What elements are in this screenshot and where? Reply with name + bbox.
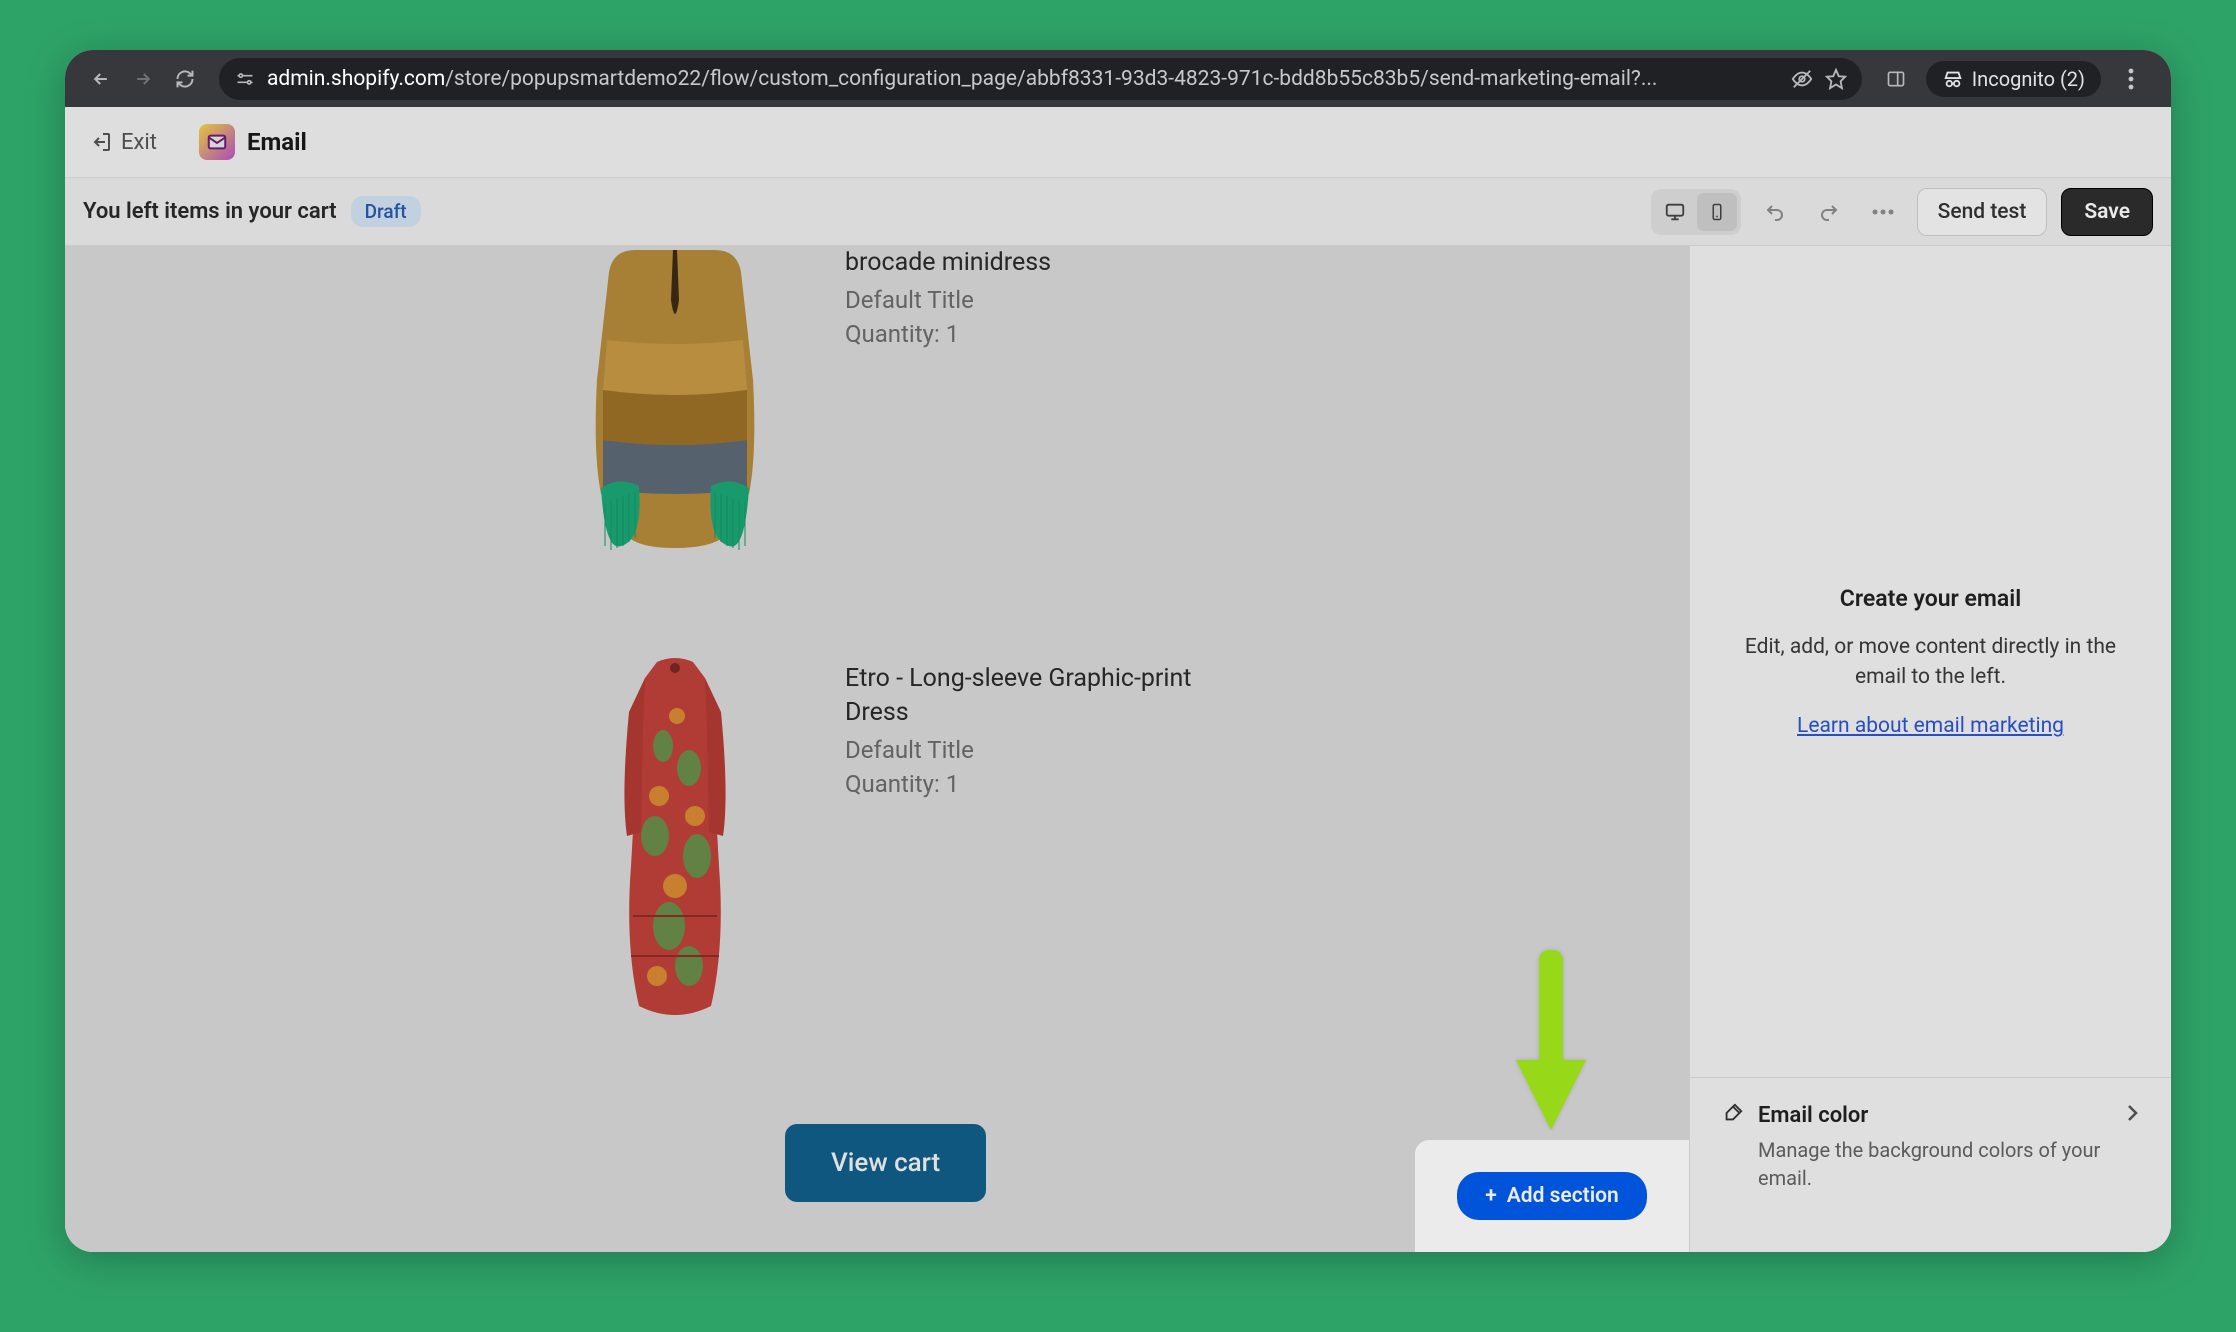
email-color-title: Email color xyxy=(1758,1103,1868,1128)
side-panel-icon[interactable] xyxy=(1878,61,1914,97)
product-name: Etro - Long-sleeve Graphic-print Dress xyxy=(845,662,1205,730)
product-name: brocade minidress xyxy=(845,246,1051,280)
browser-toolbar: admin.shopify.com/store/popupsmartdemo22… xyxy=(65,50,2171,107)
editor-toolbar: You left items in your cart Draft Send t… xyxy=(65,178,2171,246)
send-test-button[interactable]: Send test xyxy=(1917,188,2048,236)
editor-sidebar: Create your email Edit, add, or move con… xyxy=(1689,246,2171,1252)
product-image xyxy=(545,240,805,560)
email-subject: You left items in your cart xyxy=(83,199,337,224)
incognito-indicator[interactable]: Incognito (2) xyxy=(1926,61,2101,97)
exit-button[interactable]: Exit xyxy=(89,130,157,155)
product-image xyxy=(545,656,805,1026)
product-quantity: Quantity: 1 xyxy=(845,770,1205,798)
back-button[interactable] xyxy=(83,61,119,97)
incognito-count: Incognito (2) xyxy=(1972,67,2085,91)
site-info-icon[interactable] xyxy=(233,67,257,91)
visibility-off-icon[interactable] xyxy=(1790,67,1814,91)
status-badge: Draft xyxy=(351,196,421,227)
sidebar-description: Edit, add, or move content directly in t… xyxy=(1740,632,2121,693)
undo-button[interactable] xyxy=(1755,192,1795,232)
product-variant: Default Title xyxy=(845,736,1205,764)
save-button[interactable]: Save xyxy=(2061,188,2153,236)
product-row: brocade minidress Default Title Quantity… xyxy=(545,240,1051,560)
email-app-icon xyxy=(199,124,235,160)
more-actions-button[interactable] xyxy=(1863,192,1903,232)
view-cart-button[interactable]: View cart xyxy=(785,1124,986,1202)
redo-button[interactable] xyxy=(1809,192,1849,232)
product-variant: Default Title xyxy=(845,286,1051,314)
address-bar[interactable]: admin.shopify.com/store/popupsmartdemo22… xyxy=(219,58,1862,100)
add-section-label: Add section xyxy=(1507,1184,1619,1208)
paint-icon xyxy=(1722,1102,1744,1128)
editor-content: brocade minidress Default Title Quantity… xyxy=(65,246,2171,1252)
product-row: Etro - Long-sleeve Graphic-print Dress D… xyxy=(545,656,1205,1026)
forward-button[interactable] xyxy=(125,61,161,97)
desktop-preview-button[interactable] xyxy=(1655,193,1695,231)
add-section-panel: + Add section xyxy=(1415,1140,1689,1252)
chevron-right-icon xyxy=(2125,1103,2139,1127)
product-quantity: Quantity: 1 xyxy=(845,320,1051,348)
plus-icon: + xyxy=(1485,1184,1497,1208)
reload-button[interactable] xyxy=(167,61,203,97)
email-canvas[interactable]: brocade minidress Default Title Quantity… xyxy=(65,246,1689,1252)
learn-link[interactable]: Learn about email marketing xyxy=(1797,714,2064,738)
exit-label: Exit xyxy=(121,130,157,155)
email-color-caption: Manage the background colors of your ema… xyxy=(1758,1136,2139,1192)
app-title: Email xyxy=(247,128,307,156)
device-preview-toggle xyxy=(1651,189,1741,235)
bookmark-star-icon[interactable] xyxy=(1824,67,1848,91)
url-text: admin.shopify.com/store/popupsmartdemo22… xyxy=(267,67,1780,91)
app-header: Exit Email xyxy=(65,107,2171,178)
browser-window: admin.shopify.com/store/popupsmartdemo22… xyxy=(65,50,2171,1252)
email-color-section[interactable]: Email color Manage the background colors… xyxy=(1690,1077,2171,1252)
sidebar-title: Create your email xyxy=(1840,585,2021,612)
mobile-preview-button[interactable] xyxy=(1697,193,1737,231)
add-section-button[interactable]: + Add section xyxy=(1457,1172,1647,1220)
browser-menu-button[interactable] xyxy=(2113,68,2149,90)
